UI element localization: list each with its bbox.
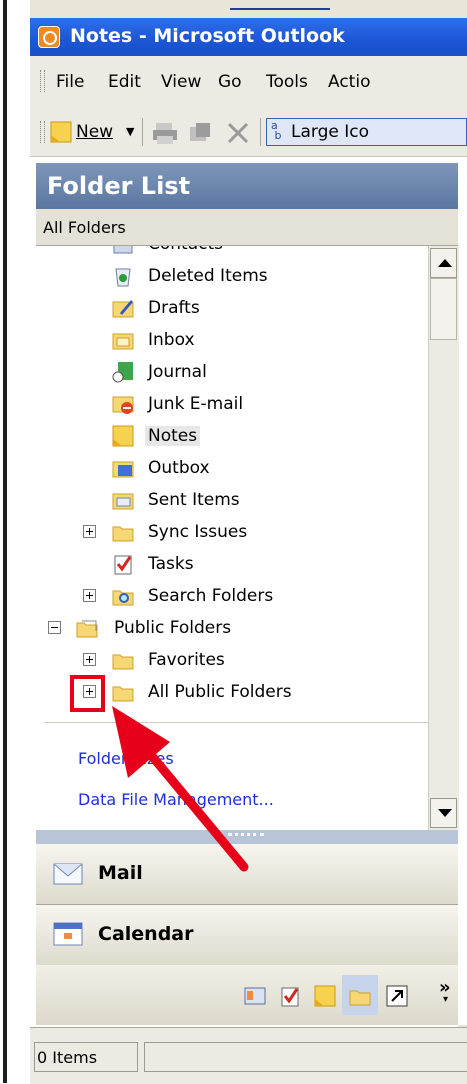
- public-folders-icon: [76, 620, 98, 638]
- tree-item-label: Deleted Items: [148, 266, 268, 286]
- highlight-box: [70, 675, 105, 712]
- grip-dots-icon: [228, 833, 264, 839]
- window-frame-left: [0, 0, 10, 1083]
- notes-icon: [112, 425, 134, 447]
- outbox-icon: [112, 461, 134, 478]
- drafts-icon: [112, 300, 134, 318]
- folder-icon: [112, 526, 134, 542]
- trash-icon: [115, 268, 131, 287]
- delete-icon[interactable]: [226, 121, 250, 145]
- toolbar-separator: [142, 118, 143, 146]
- tree-item-label: Favorites: [148, 650, 225, 670]
- status-items-pane: 0 Items: [34, 1042, 138, 1072]
- folder-list-title: Folder List: [47, 172, 191, 200]
- menu-view[interactable]: View: [161, 72, 201, 92]
- menu-file[interactable]: File: [56, 72, 84, 92]
- status-items-text: 0 Items: [37, 1048, 98, 1067]
- mail-nav-button[interactable]: Mail: [36, 844, 458, 905]
- folder-tree[interactable]: Contacts Deleted Items Drafts Inbox Jour…: [36, 246, 428, 830]
- new-note-icon: [50, 121, 72, 143]
- standard-toolbar: New ▼ a b Large Ico: [30, 108, 467, 157]
- tree-item-label: Search Folders: [148, 586, 274, 606]
- inbox-icon: [112, 333, 134, 350]
- print-icon[interactable]: [152, 121, 178, 145]
- tree-divider: [44, 722, 428, 723]
- mail-nav-label: Mail: [98, 862, 143, 884]
- tree-item-label: Sent Items: [148, 490, 240, 510]
- tree-item-label: All Public Folders: [148, 682, 292, 702]
- tree-item-label: Notes: [145, 426, 201, 446]
- junk-mail-icon: [112, 396, 134, 414]
- collapse-public-folders-icon[interactable]: [48, 621, 61, 634]
- toolbar-grip-icon[interactable]: [40, 121, 45, 143]
- tree-item-label: Junk E-mail: [148, 394, 244, 414]
- tree-item-label: Inbox: [148, 330, 195, 350]
- tree-item-label: Public Folders: [114, 618, 232, 638]
- configure-buttons-chevron-icon[interactable]: » ▾: [439, 977, 451, 1019]
- status-bar: 0 Items: [30, 1027, 467, 1084]
- expand-search-folders-icon[interactable]: [83, 589, 96, 602]
- journal-icon: [112, 362, 133, 383]
- tree-scrollbar[interactable]: [428, 246, 459, 830]
- menu-bar: File Edit View Go Tools Actio: [30, 56, 467, 109]
- down-arrow-icon: [438, 809, 452, 817]
- folder-icon: [112, 654, 134, 670]
- menu-actions[interactable]: Actio: [328, 72, 370, 92]
- calendar-icon: [53, 922, 83, 946]
- mail-icon: [53, 863, 83, 885]
- folder-list-header: Folder List: [36, 163, 458, 209]
- nav-shortcut-bar: » ▾: [36, 965, 458, 1025]
- tree-item-label: Journal: [148, 362, 207, 382]
- large-icons-label: Large Ico: [291, 122, 369, 142]
- expand-sync-issues-icon[interactable]: [83, 525, 96, 538]
- tree-item-label: Drafts: [148, 298, 200, 318]
- calendar-nav-button[interactable]: Calendar: [36, 905, 458, 966]
- data-file-management-link[interactable]: Data File Management...: [78, 790, 274, 809]
- move-to-folder-icon[interactable]: [188, 121, 214, 145]
- contacts-icon: [113, 246, 133, 254]
- scroll-up-button[interactable]: [430, 248, 457, 278]
- top-strip: [30, 0, 467, 18]
- folder-list-shortcut-button[interactable]: [342, 975, 378, 1015]
- new-button-label: New: [76, 122, 114, 142]
- all-folders-bar: All Folders: [36, 209, 458, 246]
- calendar-nav-label: Calendar: [98, 923, 194, 945]
- menu-go[interactable]: Go: [218, 72, 242, 92]
- tree-item-label: Tasks: [148, 554, 194, 574]
- new-dropdown-arrow-icon[interactable]: ▼: [126, 125, 134, 138]
- tasks-icon[interactable]: [279, 985, 301, 1007]
- sent-items-icon: [112, 493, 134, 510]
- folder-icon: [349, 990, 371, 1006]
- notes-icon[interactable]: [314, 985, 336, 1007]
- toolbar-separator: [260, 118, 261, 146]
- new-button[interactable]: New ▼: [48, 117, 138, 147]
- large-icons-button[interactable]: a b Large Ico: [266, 118, 467, 146]
- up-arrow-icon: [438, 259, 452, 267]
- tree-item-label: Sync Issues: [148, 522, 248, 542]
- search-folder-icon: [112, 590, 134, 606]
- outlook-app-icon: [38, 26, 60, 48]
- menu-tools[interactable]: Tools: [266, 72, 308, 92]
- pane-splitter[interactable]: [36, 830, 458, 844]
- contacts-icon[interactable]: [244, 985, 266, 1007]
- folder-sizes-link[interactable]: Folder Sizes: [78, 749, 174, 768]
- window-title: Notes - Microsoft Outlook: [70, 25, 345, 47]
- expand-favorites-icon[interactable]: [83, 653, 96, 666]
- large-icons-icon: a b: [271, 119, 282, 142]
- all-folders-label: All Folders: [43, 218, 126, 237]
- shortcuts-icon[interactable]: [386, 985, 408, 1007]
- status-empty-pane: [144, 1042, 467, 1072]
- tree-item-label: Outbox: [148, 458, 210, 478]
- menu-grip-icon[interactable]: [40, 70, 45, 92]
- tasks-icon: [114, 555, 132, 575]
- scroll-thumb[interactable]: [430, 278, 457, 340]
- tree-item-label: Contacts: [148, 246, 223, 254]
- menu-edit[interactable]: Edit: [108, 72, 141, 92]
- scroll-down-button[interactable]: [430, 798, 457, 828]
- title-bar[interactable]: Notes - Microsoft Outlook: [30, 18, 467, 56]
- folder-icon: [112, 686, 134, 702]
